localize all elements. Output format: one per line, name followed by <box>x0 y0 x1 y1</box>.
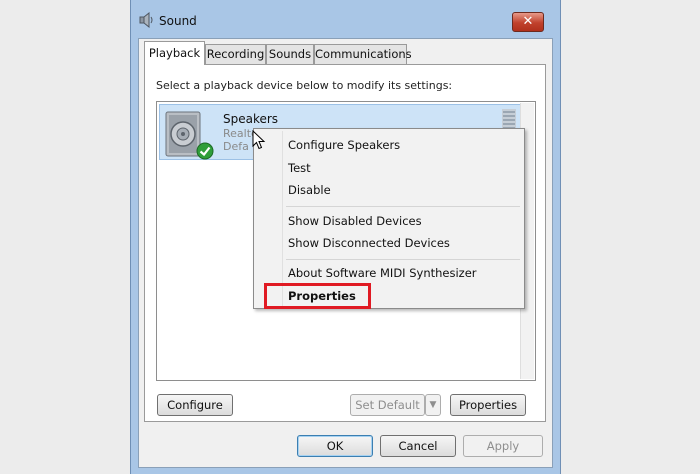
apply-button[interactable]: Apply <box>463 435 543 457</box>
tab-sounds[interactable]: Sounds <box>266 44 314 64</box>
instruction-text: Select a playback device below to modify… <box>156 79 453 92</box>
set-default-dropdown[interactable]: ▼ <box>425 394 441 416</box>
menu-item-disable[interactable]: Disable <box>288 183 331 197</box>
menu-item-show-disabled-devices[interactable]: Show Disabled Devices <box>288 214 422 228</box>
menu-item-show-disconnected-devices[interactable]: Show Disconnected Devices <box>288 236 450 250</box>
close-button[interactable]: ✕ <box>512 12 544 32</box>
sound-icon <box>139 12 153 28</box>
menu-separator <box>286 206 520 207</box>
tab-playback[interactable]: Playback <box>144 41 205 65</box>
tab-recording[interactable]: Recording <box>205 44 266 64</box>
context-menu: Configure Speakers Test Disable Show Dis… <box>253 128 525 309</box>
device-name: Speakers <box>223 112 279 126</box>
properties-button[interactable]: Properties <box>450 394 526 416</box>
title-bar: Sound ✕ <box>131 0 560 40</box>
background-right <box>561 0 700 474</box>
menu-gutter <box>282 131 283 306</box>
chevron-down-icon: ▼ <box>429 400 437 410</box>
highlight-annotation <box>264 283 371 309</box>
menu-item-test[interactable]: Test <box>288 161 311 175</box>
cancel-button[interactable]: Cancel <box>380 435 456 457</box>
background-left <box>0 0 130 474</box>
mouse-cursor-icon <box>252 130 266 150</box>
window-title: Sound <box>159 14 197 28</box>
ok-button[interactable]: OK <box>297 435 373 457</box>
configure-button[interactable]: Configure <box>157 394 233 416</box>
checkmark-icon <box>196 142 214 160</box>
menu-item-about-midi-synthesizer[interactable]: About Software MIDI Synthesizer <box>288 266 477 280</box>
menu-separator <box>286 259 520 260</box>
menu-item-configure-speakers[interactable]: Configure Speakers <box>288 138 400 152</box>
close-icon: ✕ <box>522 14 534 29</box>
set-default-button[interactable]: Set Default <box>350 394 425 416</box>
tab-communications[interactable]: Communications <box>314 44 412 64</box>
device-status: Defa <box>223 140 249 153</box>
